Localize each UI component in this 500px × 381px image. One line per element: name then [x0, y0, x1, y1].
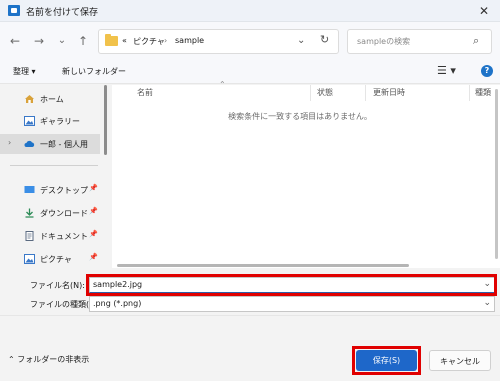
sidebar-item-onedrive[interactable]: › 一郎 - 個人用 — [0, 134, 100, 154]
new-folder-button[interactable]: 新しいフォルダー — [62, 66, 126, 77]
column-divider[interactable] — [310, 85, 311, 101]
desktop-icon — [24, 185, 35, 195]
sidebar-item-label: ピクチャ — [40, 255, 72, 264]
home-icon — [24, 94, 35, 104]
file-list[interactable]: ⌃ 名前 状態 更新日時 種類 検索条件に一致する項目はありません。 — [112, 80, 500, 268]
sidebar-item-gallery[interactable]: ギャラリー — [0, 111, 100, 131]
breadcrumb-item[interactable]: sample — [175, 36, 204, 45]
filename-label: ファイル名(N): — [30, 281, 85, 290]
column-header-modified[interactable]: 更新日時 — [373, 87, 405, 98]
sidebar-scrollbar[interactable] — [104, 85, 107, 155]
breadcrumb-item[interactable]: ピクチャ — [133, 36, 165, 47]
up-arrow-icon[interactable]: ↑ — [74, 32, 92, 50]
breadcrumb-separator: › — [164, 36, 168, 45]
picture-icon — [24, 254, 35, 264]
filename-highlight — [86, 274, 497, 296]
hide-folders-label: フォルダーの非表示 — [17, 355, 90, 364]
sidebar-item-pictures[interactable]: ピクチャ 📌 — [0, 249, 100, 269]
sidebar-item-label: ダウンロード — [40, 209, 88, 218]
pin-icon: 📌 — [89, 184, 98, 192]
chevron-right-icon[interactable]: › — [8, 138, 11, 147]
divider — [0, 315, 500, 316]
empty-list-message: 検索条件に一致する項目はありません。 — [228, 112, 372, 121]
document-icon — [24, 231, 35, 241]
back-arrow-icon[interactable]: ← — [6, 32, 24, 50]
chevron-up-icon: ⌃ — [8, 355, 18, 364]
download-icon — [24, 208, 35, 218]
save-highlight — [352, 346, 421, 375]
sidebar-item-label: デスクトップ — [40, 186, 88, 195]
filetype-value: .png (*.png) — [93, 299, 142, 308]
sidebar-item-home[interactable]: ホーム — [0, 89, 100, 109]
close-icon[interactable]: ✕ — [474, 2, 494, 20]
horizontal-scrollbar[interactable] — [117, 264, 409, 267]
vertical-scrollbar[interactable] — [495, 89, 498, 259]
organize-button[interactable]: 整理 ▾ — [13, 66, 36, 77]
sidebar-item-label: ドキュメント — [40, 232, 88, 241]
pin-icon: 📌 — [89, 253, 98, 261]
refresh-icon[interactable]: ↻ — [320, 33, 329, 46]
sidebar-item-label: ホーム — [40, 95, 64, 104]
breadcrumb-overflow[interactable]: « — [122, 36, 127, 45]
navigation-pane: ホーム ギャラリー › 一郎 - 個人用 デスクトップ 📌 ダウンロード 📌 ド… — [0, 85, 110, 268]
chevron-down-icon[interactable]: ⌄ — [483, 298, 491, 308]
filetype-select[interactable]: .png (*.png) ⌄ — [89, 296, 495, 312]
sidebar-divider — [10, 165, 98, 166]
pin-icon: 📌 — [89, 207, 98, 215]
command-bar: 整理 ▾ 新しいフォルダー ☰ ▾ ? — [0, 60, 500, 84]
help-icon[interactable]: ? — [481, 65, 493, 77]
recent-locations-icon[interactable]: ⌄ — [53, 32, 71, 50]
cancel-button[interactable]: キャンセル — [429, 350, 491, 371]
column-header-status[interactable]: 状態 — [317, 87, 333, 98]
folder-icon — [105, 34, 118, 46]
column-divider[interactable] — [365, 85, 366, 101]
column-header-name[interactable]: 名前 — [137, 87, 153, 98]
hide-folders-button[interactable]: ⌃ フォルダーの非表示 — [8, 354, 89, 365]
app-icon — [8, 5, 20, 16]
view-options-icon[interactable]: ☰ ▾ — [437, 64, 456, 77]
navigation-bar: ← → ⌄ ↑ « ピクチャ › sample ⌄ ↻ sampleの検索 ⌕ — [0, 22, 500, 60]
save-form: ファイル名(N): sample2.jpg ⌄ ファイルの種類(T): .png… — [0, 269, 500, 381]
sort-ascending-icon: ⌃ — [219, 80, 226, 89]
window-title: 名前を付けて保存 — [26, 8, 99, 18]
chevron-down-icon[interactable]: ⌄ — [297, 35, 305, 46]
gallery-icon — [24, 116, 35, 126]
address-bar[interactable]: « ピクチャ › sample ⌄ ↻ — [98, 29, 339, 54]
sidebar-item-desktop[interactable]: デスクトップ 📌 — [0, 180, 100, 200]
column-header-type[interactable]: 種類 — [475, 87, 491, 98]
column-divider[interactable] — [469, 85, 470, 101]
sidebar-item-documents[interactable]: ドキュメント 📌 — [0, 226, 100, 246]
pin-icon: 📌 — [89, 230, 98, 238]
sidebar-item-downloads[interactable]: ダウンロード 📌 — [0, 203, 100, 223]
search-icon[interactable]: ⌕ — [473, 34, 479, 48]
search-box[interactable]: sampleの検索 ⌕ — [347, 29, 492, 54]
sidebar-item-label: ギャラリー — [40, 117, 80, 126]
cloud-icon — [24, 139, 35, 149]
forward-arrow-icon[interactable]: → — [30, 32, 48, 50]
title-bar: 名前を付けて保存 ✕ — [0, 0, 500, 22]
sidebar-item-label: 一郎 - 個人用 — [40, 140, 88, 149]
search-input[interactable]: sampleの検索 — [357, 36, 410, 47]
